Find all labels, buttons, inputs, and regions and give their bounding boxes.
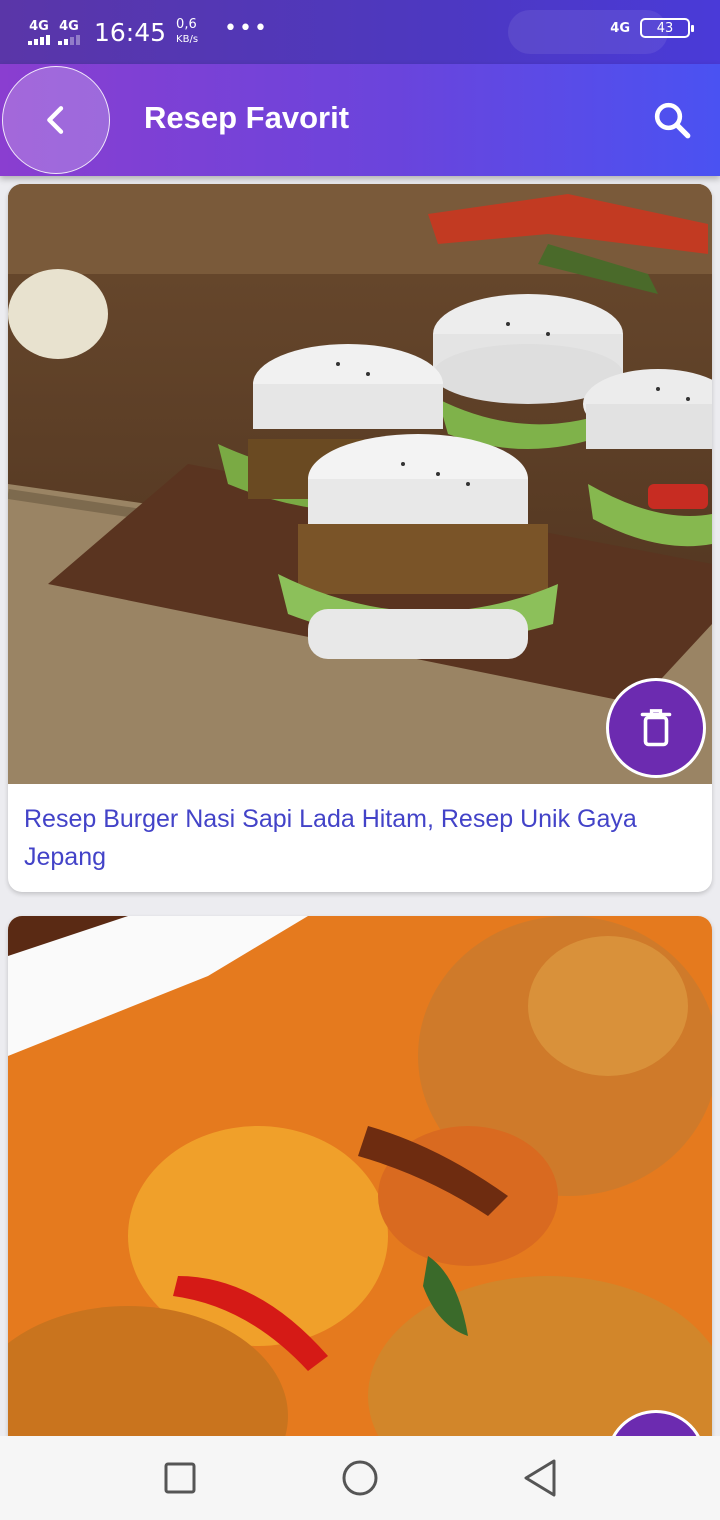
home-button[interactable] [330, 1448, 390, 1508]
trash-icon [640, 709, 672, 747]
sim2-label: 4G [59, 18, 79, 34]
delete-favorite-button[interactable] [606, 678, 706, 778]
system-back-button[interactable] [510, 1448, 570, 1508]
circle-icon [342, 1460, 378, 1496]
sim2-signal-icon: 4G [58, 20, 80, 45]
network-speed: 0,6 KB/s [176, 17, 198, 47]
network-speed-value: 0,6 [176, 17, 197, 32]
triangle-back-icon [524, 1459, 556, 1497]
search-button[interactable] [648, 96, 696, 144]
network-speed-unit: KB/s [176, 34, 199, 45]
clock: 16:45 [94, 17, 167, 47]
recents-button[interactable] [150, 1448, 210, 1508]
square-icon [164, 1462, 196, 1494]
battery-icon: 43 [640, 18, 694, 38]
recipe-card[interactable] [8, 916, 712, 1516]
search-icon [654, 102, 691, 139]
sim1-label: 4G [29, 18, 49, 34]
battery-level: 43 [656, 20, 674, 36]
status-bar: 4G 4G 16:45 0,6 KB/s ••• 4G 43 [0, 0, 720, 64]
recipe-card[interactable]: Resep Burger Nasi Sapi Lada Hitam, Resep… [8, 184, 712, 892]
page-title: Resep Favorit [144, 100, 350, 135]
system-nav-bar [0, 1436, 720, 1520]
recipe-title[interactable]: Resep Burger Nasi Sapi Lada Hitam, Resep… [24, 800, 684, 876]
app-bar: Resep Favorit [0, 64, 720, 176]
network-type-icon: 4G [610, 20, 630, 36]
curry-photo [8, 916, 712, 1516]
back-button[interactable] [2, 66, 110, 174]
rice-burger-photo [8, 184, 712, 784]
sim1-signal-icon: 4G [28, 20, 50, 45]
more-notifications-icon: ••• [224, 15, 269, 41]
chevron-left-icon [47, 106, 64, 134]
